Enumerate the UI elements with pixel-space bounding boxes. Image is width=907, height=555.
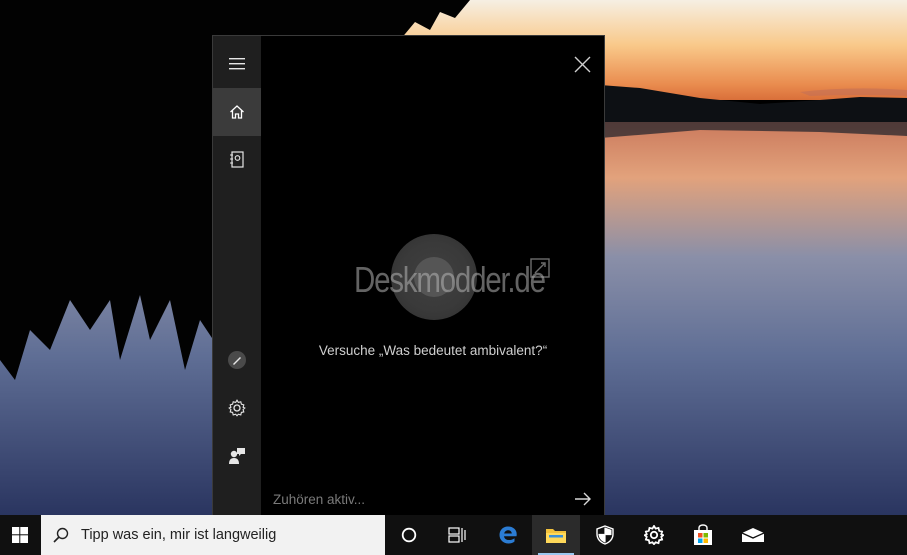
suggestion-text: Versuche „Was bedeutet ambivalent?“ (318, 343, 548, 358)
cortana-sidebar (213, 36, 261, 516)
windows-logo-icon (12, 527, 28, 543)
watermark-text: Deskmodder.de (354, 259, 546, 300)
arrow-right-icon (575, 492, 591, 506)
store-icon (694, 524, 712, 545)
gear-icon (228, 399, 246, 417)
settings-button[interactable] (213, 384, 261, 432)
mail-button[interactable] (729, 515, 777, 555)
task-view-button[interactable] (433, 515, 481, 555)
watermark-logo-icon (530, 258, 550, 278)
hamburger-menu-button[interactable] (213, 40, 261, 88)
shield-icon (596, 525, 614, 545)
edge-button[interactable] (484, 515, 532, 555)
taskbar: Tipp was ein, mir ist langweilig (0, 515, 907, 555)
search-icon (41, 515, 81, 555)
windows-security-button[interactable] (581, 515, 629, 555)
taskbar-search-box[interactable]: Tipp was ein, mir ist langweilig (41, 515, 385, 555)
edge-icon (499, 526, 517, 544)
cortana-input-row (261, 484, 605, 514)
task-view-icon (448, 527, 466, 543)
file-explorer-button[interactable] (532, 515, 580, 555)
settings-icon (644, 525, 664, 545)
home-icon (230, 105, 244, 119)
feedback-icon (229, 448, 245, 464)
close-icon (574, 56, 590, 72)
notebook-icon (230, 151, 244, 168)
mail-icon (741, 528, 765, 542)
taskbar-search-text: Tipp was ein, mir ist langweilig (81, 527, 277, 543)
feedback-button[interactable] (213, 432, 261, 480)
menu-icon (229, 58, 245, 70)
cortana-circle-icon (401, 527, 417, 543)
cortana-query-input[interactable] (273, 488, 563, 510)
notebook-button[interactable] (213, 136, 261, 184)
cortana-panel: Deskmodder.de Versuche „Was bedeutet amb… (212, 35, 605, 516)
settings-app-button[interactable] (630, 515, 678, 555)
ink-button[interactable] (213, 336, 261, 384)
send-button[interactable] (569, 486, 597, 512)
store-button[interactable] (679, 515, 727, 555)
pen-icon (228, 351, 246, 369)
start-button[interactable] (0, 515, 40, 555)
home-button[interactable] (213, 88, 261, 136)
cortana-button[interactable] (385, 515, 433, 555)
close-button[interactable] (566, 48, 598, 80)
file-explorer-icon (546, 529, 566, 543)
